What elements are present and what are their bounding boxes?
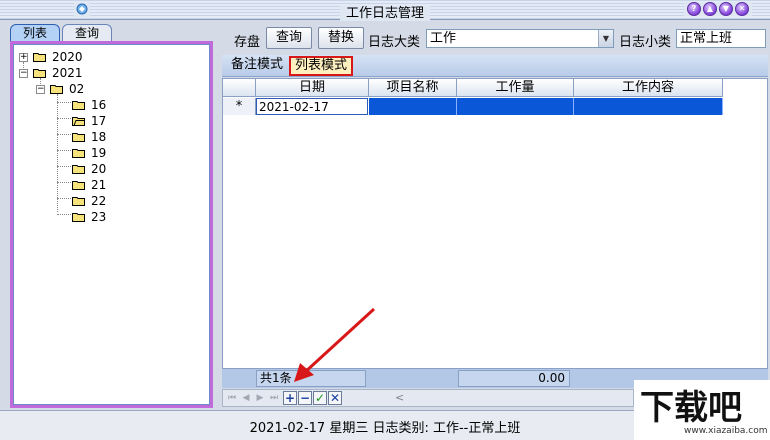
- folder-icon: [72, 213, 85, 222]
- record-navigator: ⏮ ◀ ▶ ⏭ + − ✓ ✕ <: [222, 389, 634, 407]
- category-value: 工作: [430, 31, 457, 46]
- workload-sum: 0.00: [458, 370, 570, 387]
- watermark-text: 下载吧: [640, 388, 742, 428]
- tree-label: 2020: [52, 50, 83, 64]
- tree-node-day-selected[interactable]: 17: [72, 113, 106, 129]
- tab-note-mode[interactable]: 备注模式: [228, 56, 286, 76]
- annotation-arrow-icon: [294, 307, 376, 382]
- subcategory-select[interactable]: 正常上班: [676, 29, 766, 48]
- watermark-logo: 下载吧 www.xiazaiba.com: [634, 380, 770, 440]
- help-icon[interactable]: ?: [687, 2, 701, 16]
- tab-query[interactable]: 查询: [62, 24, 112, 42]
- folder-icon: [33, 53, 46, 62]
- folder-icon: [72, 133, 85, 142]
- table-row[interactable]: * 2021-02-17: [223, 98, 723, 115]
- prev-record-icon[interactable]: ◀: [239, 391, 253, 405]
- folder-icon: [72, 149, 85, 158]
- query-button[interactable]: 查询: [266, 27, 312, 49]
- add-record-button[interactable]: +: [283, 391, 297, 405]
- save-button[interactable]: 存盘: [234, 31, 260, 50]
- tree-label: 17: [91, 114, 107, 128]
- watermark-url: www.xiazaiba.com: [684, 426, 768, 436]
- tree-label: 2021: [52, 66, 83, 80]
- last-record-icon[interactable]: ⏭: [267, 391, 281, 405]
- content-cell[interactable]: [574, 98, 723, 115]
- tree-label: 19: [91, 146, 107, 160]
- tab-list-mode[interactable]: 列表模式: [289, 56, 353, 76]
- tree-label: 21: [91, 178, 107, 192]
- folder-icon: [72, 197, 85, 206]
- column-header-date[interactable]: 日期: [256, 79, 369, 97]
- column-header-workload[interactable]: 工作量: [457, 79, 574, 97]
- workload-cell[interactable]: [457, 98, 574, 115]
- maximize-icon[interactable]: ▼: [719, 2, 733, 16]
- tab-list[interactable]: 列表: [10, 24, 60, 42]
- title-bar: 工作日志管理 ? ▲ ▼ ✕: [0, 0, 770, 21]
- tree-label: 22: [91, 194, 107, 208]
- header-corner: [223, 79, 256, 97]
- expand-icon[interactable]: +: [19, 52, 28, 62]
- date-tree-panel: + 2020 − 2021 − 02 16 17 18 19 20 21 22: [10, 41, 213, 408]
- chevron-down-icon[interactable]: ▼: [598, 30, 613, 47]
- tree-node-day[interactable]: 20: [72, 161, 106, 177]
- folder-icon: [50, 85, 63, 94]
- subcategory-label: 日志小类: [619, 35, 672, 50]
- folder-icon: [72, 101, 85, 110]
- window-title: 工作日志管理: [0, 2, 770, 21]
- minimize-icon[interactable]: ▲: [703, 2, 717, 16]
- left-tabs: 列表 查询: [10, 24, 112, 42]
- category-select[interactable]: 工作 ▼: [426, 29, 614, 48]
- open-folder-icon: [72, 117, 85, 126]
- confirm-record-button[interactable]: ✓: [313, 391, 327, 405]
- folder-icon: [33, 69, 46, 78]
- tree-node-day[interactable]: 18: [72, 129, 106, 145]
- tree-node-02[interactable]: − 02: [36, 81, 84, 97]
- project-cell[interactable]: [369, 98, 457, 115]
- scroll-left-icon[interactable]: <: [395, 391, 404, 404]
- window-controls: ? ▲ ▼ ✕: [684, 2, 752, 16]
- tree-node-day[interactable]: 19: [72, 145, 106, 161]
- close-icon[interactable]: ✕: [735, 2, 749, 16]
- folder-icon: [72, 181, 85, 190]
- toolbar: 存盘 查询 替换 日志大类 工作 ▼ 日志小类 正常上班: [222, 26, 768, 52]
- replace-button[interactable]: 替换: [318, 27, 364, 49]
- first-record-icon[interactable]: ⏮: [225, 391, 239, 405]
- tree-label: 18: [91, 130, 107, 144]
- tree-node-day[interactable]: 16: [72, 97, 106, 113]
- collapse-icon[interactable]: −: [36, 84, 45, 94]
- delete-record-button[interactable]: −: [298, 391, 312, 405]
- mode-tabs: 备注模式 列表模式: [222, 55, 768, 77]
- column-header-project[interactable]: 项目名称: [369, 79, 457, 97]
- column-header-content[interactable]: 工作内容: [574, 79, 723, 97]
- grid-header: 日期 项目名称 工作量 工作内容: [223, 79, 723, 97]
- tree-label: 02: [69, 82, 85, 96]
- category-label: 日志大类: [368, 35, 421, 50]
- row-marker: *: [223, 98, 256, 115]
- cancel-record-button[interactable]: ✕: [328, 391, 342, 405]
- tree-node-day[interactable]: 22: [72, 193, 106, 209]
- tree-node-day[interactable]: 21: [72, 177, 106, 193]
- subcategory-value: 正常上班: [680, 31, 733, 46]
- tree-node-2020[interactable]: + 2020: [19, 49, 83, 65]
- tree-label: 16: [91, 98, 107, 112]
- tree-node-day[interactable]: 23: [72, 209, 106, 225]
- folder-icon: [72, 165, 85, 174]
- date-cell[interactable]: 2021-02-17: [256, 98, 368, 115]
- tree-node-2021[interactable]: − 2021: [19, 65, 83, 81]
- collapse-icon[interactable]: −: [19, 68, 28, 78]
- next-record-icon[interactable]: ▶: [253, 391, 267, 405]
- tree-label: 20: [91, 162, 107, 176]
- tree-label: 23: [91, 210, 107, 224]
